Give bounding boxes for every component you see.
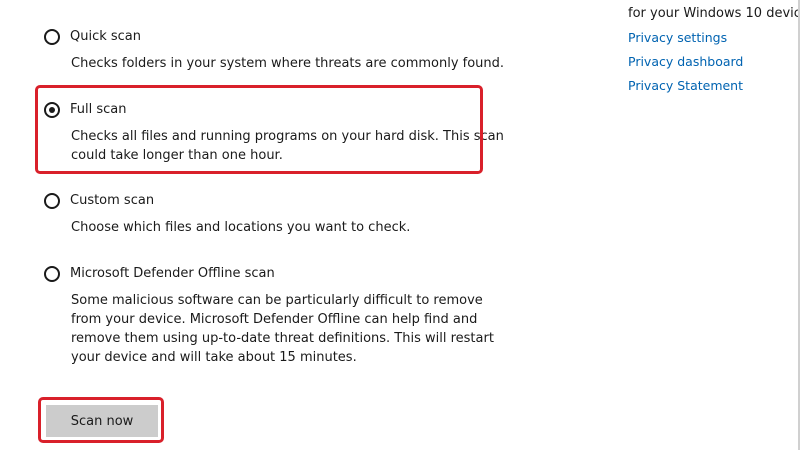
scan-now-button[interactable]: Scan now	[46, 405, 158, 437]
offline-scan-description: Some malicious software can be particula…	[71, 293, 494, 365]
privacy-dashboard-link[interactable]: Privacy dashboard	[628, 54, 743, 70]
scan-option-full: Full scan Checks all files and running p…	[44, 101, 511, 165]
privacy-sidebar: for your Windows 10 device Privacy setti…	[628, 0, 800, 450]
custom-scan-radio-row[interactable]: Custom scan	[44, 192, 511, 210]
full-scan-radio[interactable]	[44, 102, 60, 118]
full-scan-label: Full scan	[70, 102, 127, 117]
custom-scan-description: Choose which files and locations you wan…	[71, 220, 411, 235]
full-scan-description: Checks all files and running programs on…	[71, 129, 504, 163]
scan-options-panel: Quick scan Checks folders in your system…	[0, 0, 620, 450]
offline-scan-radio-row[interactable]: Microsoft Defender Offline scan	[44, 265, 511, 283]
scan-option-quick: Quick scan Checks folders in your system…	[44, 28, 511, 73]
custom-scan-label: Custom scan	[70, 193, 155, 208]
scan-option-custom: Custom scan Choose which files and locat…	[44, 192, 511, 237]
quick-scan-label: Quick scan	[70, 29, 142, 44]
custom-scan-radio[interactable]	[44, 193, 60, 209]
quick-scan-description: Checks folders in your system where thre…	[71, 56, 505, 71]
privacy-settings-link[interactable]: Privacy settings	[628, 30, 727, 46]
quick-scan-radio[interactable]	[44, 29, 60, 45]
quick-scan-radio-row[interactable]: Quick scan	[44, 28, 511, 46]
full-scan-radio-row[interactable]: Full scan	[44, 101, 511, 119]
privacy-statement-link[interactable]: Privacy Statement	[628, 78, 743, 94]
scan-option-offline: Microsoft Defender Offline scan Some mal…	[44, 265, 511, 367]
offline-scan-label: Microsoft Defender Offline scan	[70, 266, 275, 281]
sidebar-clipped-text: for your Windows 10 device	[628, 6, 800, 21]
offline-scan-radio[interactable]	[44, 266, 60, 282]
